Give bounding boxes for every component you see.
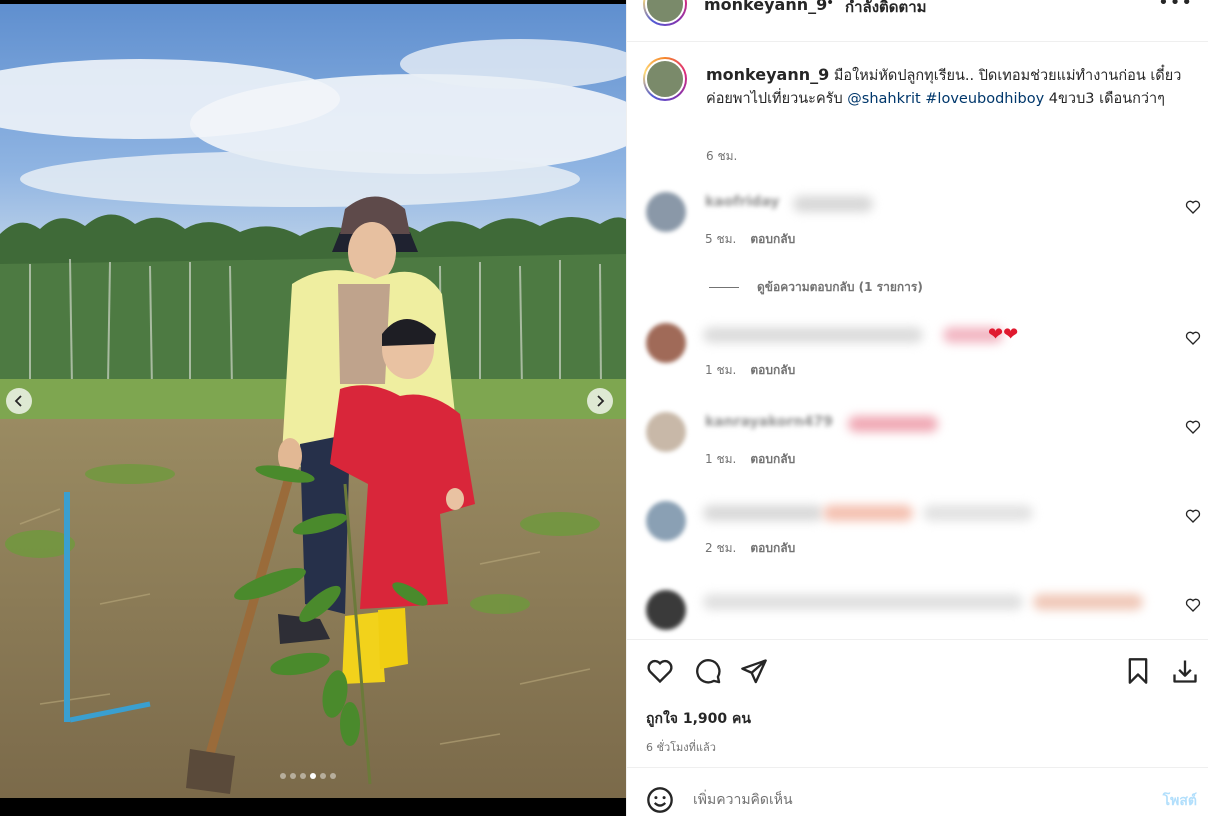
comment-emoji-blurred [1033,594,1143,610]
post-header: monkeyann_9 • กำลังติดตาม ••• [627,0,1208,42]
list-item: ❤❤ 1 ชม. ตอบกลับ [643,323,1201,383]
heart-icon[interactable] [1185,419,1201,435]
carousel-dot [320,773,326,779]
comment-emoji-blurred [848,416,938,432]
heart-icon[interactable] [1185,199,1201,215]
comment-text-blurred [703,594,1023,610]
comment-time: 2 ชม. [705,541,737,555]
caption-mention[interactable]: @shahkrit [847,91,920,107]
comment-input[interactable] [693,789,1133,811]
post-photo [0,4,626,798]
comment-username[interactable]: kanrayakorn479 [705,414,833,430]
list-item: kaofriday 5 ชม. ตอบกลับ [643,192,1201,252]
share-icon[interactable] [740,657,768,685]
comment-meta: 5 ชม. ตอบกลับ [705,230,795,249]
avatar[interactable] [643,0,687,26]
caption-username[interactable]: monkeyann_9 [706,65,829,84]
comment-time: 5 ชม. [705,232,737,246]
comment-emoji-blurred [823,505,913,521]
chevron-right-icon [597,395,605,407]
comment-icon[interactable] [694,657,722,685]
avatar[interactable] [646,412,686,452]
comment-time: 1 ชม. [705,452,737,466]
heart-icon[interactable] [1185,330,1201,346]
carousel-next-button[interactable] [587,388,613,414]
likes-count[interactable]: ถูกใจ 1,900 คน [646,708,751,730]
list-item: 2 ชม. ตอบกลับ [643,501,1201,561]
avatar[interactable] [646,192,686,232]
comment-time: 1 ชม. [705,363,737,377]
carousel-dots [280,773,336,779]
download-icon[interactable] [1171,657,1199,685]
chevron-left-icon [14,395,22,407]
post-time: 6 ชั่วโมงที่แล้ว [646,741,716,754]
post-photo-panel [0,0,626,816]
emoji-icon[interactable] [646,786,674,814]
comment-text-blurred [793,196,873,212]
comment-text-blurred [703,327,923,343]
header-username[interactable]: monkeyann_9 [704,0,827,14]
more-icon[interactable]: ••• [1158,0,1193,13]
avatar[interactable] [646,323,686,363]
comment-meta: 2 ชม. ตอบกลับ [705,539,795,558]
comment-text-blurred [703,505,823,521]
list-item: kanrayakorn479 1 ชม. ตอบกลับ [643,412,1201,472]
caption-text: monkeyann_9 มือใหม่หัดปลูกทุเรียน.. ปิดเ… [706,63,1196,111]
following-button[interactable]: กำลังติดตาม [845,0,927,19]
post-side-panel: monkeyann_9 • กำลังติดตาม ••• monkeyann_… [626,0,1208,816]
reply-button[interactable]: ตอบกลับ [750,363,795,377]
carousel-dot [330,773,336,779]
reply-button[interactable]: ตอบกลับ [750,452,795,466]
avatar[interactable] [646,590,686,630]
caption-body-end: 4ขวบ3 เดือนกว่าๆ [1048,91,1165,107]
caption-time: 6 ชม. [706,149,738,163]
heart-icon[interactable] [1185,508,1201,524]
view-replies-label: ดูข้อความตอบกลับ (1 รายการ) [757,280,923,294]
view-replies-button[interactable]: ดูข้อความตอบกลับ (1 รายการ) [709,278,923,297]
carousel-dot [310,773,316,779]
carousel-dot [290,773,296,779]
caption-avatar[interactable] [643,57,687,101]
comment-meta: 1 ชม. ตอบกลับ [705,361,795,380]
avatar[interactable] [646,501,686,541]
reply-button[interactable]: ตอบกลับ [750,232,795,246]
heart-icon[interactable] [1185,597,1201,613]
comment-hearts: ❤❤ [988,324,1019,345]
post-actions: ถูกใจ 1,900 คน 6 ชั่วโมงที่แล้ว [627,639,1208,767]
comment-username[interactable]: kaofriday [705,194,779,210]
heart-icon[interactable] [646,657,674,685]
comment-text-blurred [923,505,1033,521]
carousel-prev-button[interactable] [6,388,32,414]
reply-button[interactable]: ตอบกลับ [750,541,795,555]
carousel-dot [280,773,286,779]
header-separator: • [826,0,835,11]
comment-meta: 1 ชม. ตอบกลับ [705,450,795,469]
caption-hashtag[interactable]: #loveubodhiboy [925,91,1044,107]
post-comment-button[interactable]: โพสต์ [1163,790,1197,812]
divider [709,287,739,288]
carousel-dot [300,773,306,779]
bookmark-icon[interactable] [1124,657,1152,685]
add-comment-bar: โพสต์ [627,767,1208,816]
